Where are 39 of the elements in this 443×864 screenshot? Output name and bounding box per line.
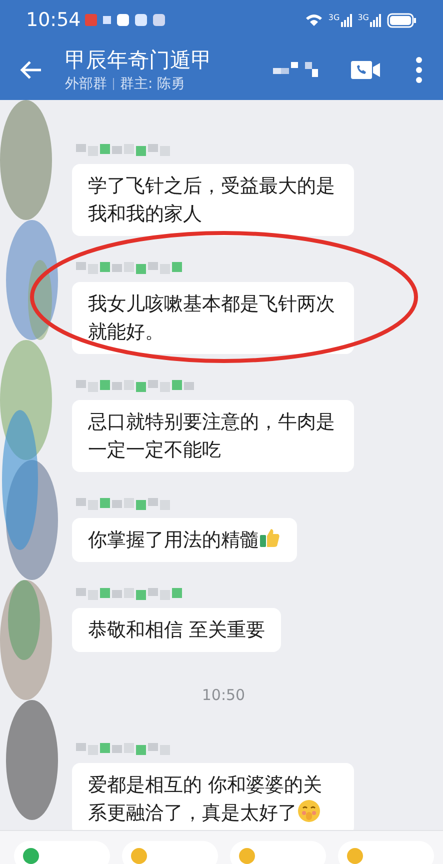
shortcut-chip[interactable] — [338, 841, 434, 864]
shortcut-chip[interactable] — [230, 841, 326, 864]
blurred-name-icon — [76, 378, 196, 392]
message-bubble: 我女儿咳嗽基本都是飞针两次就能好。 — [72, 282, 354, 354]
chat-title: 甲辰年奇门遁甲 — [65, 46, 212, 74]
shortcut-icon — [130, 847, 148, 864]
group-owner-label: 群主: 陈勇 — [120, 74, 186, 94]
network-label: 3G — [328, 14, 340, 22]
battery-icon — [387, 12, 417, 28]
blushing-face-icon — [297, 798, 321, 822]
blurred-name-icon — [76, 260, 184, 274]
more-button[interactable] — [415, 57, 423, 83]
time-divider: 10:50 — [202, 685, 246, 706]
blurred-name-icon — [76, 740, 172, 754]
shortcut-icon — [22, 847, 40, 864]
signal-icon — [370, 14, 382, 26]
app-notification-icon — [102, 16, 111, 24]
shortcut-icon — [238, 847, 256, 864]
app-notification-icon — [84, 14, 97, 26]
clock-time: 10:54 — [26, 8, 81, 33]
thumbs-up-icon — [259, 527, 281, 549]
blurred-name-icon — [76, 586, 184, 600]
message-bubble: 恭敬和相信 至关重要 — [72, 608, 282, 652]
blurred-name-icon — [76, 496, 172, 510]
message-bubble: 学了飞针之后，受益最大的是我和我的家人 — [72, 164, 354, 236]
message-bubble: 忌口就特别要注意的，牛肉是一定一定不能吃 — [72, 400, 354, 472]
wifi-icon — [305, 13, 324, 27]
shortcut-chip[interactable] — [122, 841, 218, 864]
shortcut-chip[interactable] — [14, 841, 110, 864]
group-type-label: 外部群 — [65, 74, 107, 94]
app-notification-icon — [134, 14, 147, 26]
shortcut-icon — [346, 847, 364, 864]
network-label: 3G — [358, 14, 369, 22]
blurred-icon — [273, 60, 321, 80]
message-bubble: 爱都是相互的 你和婆婆的关系更融洽了，真是太好了 — [72, 762, 354, 830]
signal-icon — [340, 14, 353, 26]
blurred-name-icon — [76, 142, 172, 156]
video-call-button[interactable] — [351, 58, 381, 82]
message-bubble: 你掌握了用法的精髓 — [72, 518, 297, 562]
